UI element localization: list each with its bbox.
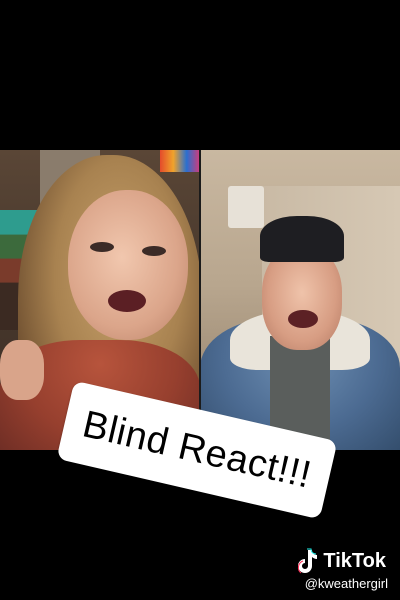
person-mouth — [108, 290, 146, 312]
split-divider — [199, 150, 201, 450]
background-toys — [160, 150, 200, 172]
person-beanie — [260, 216, 344, 262]
person-eye — [142, 246, 166, 256]
tiktok-brand-text: TikTok — [323, 549, 386, 572]
air-conditioner — [228, 186, 264, 228]
person-mouth — [288, 310, 318, 328]
right-video-feed — [200, 150, 400, 450]
person-eye — [90, 242, 114, 252]
video-frame: Blind React!!! TikTok @kweathergirl — [0, 0, 400, 600]
tiktok-note-icon — [298, 548, 318, 574]
creator-handle: @kweathergirl — [304, 576, 388, 591]
tiktok-watermark: TikTok — [295, 548, 386, 574]
person-face — [68, 190, 188, 340]
person-hand — [0, 340, 44, 400]
